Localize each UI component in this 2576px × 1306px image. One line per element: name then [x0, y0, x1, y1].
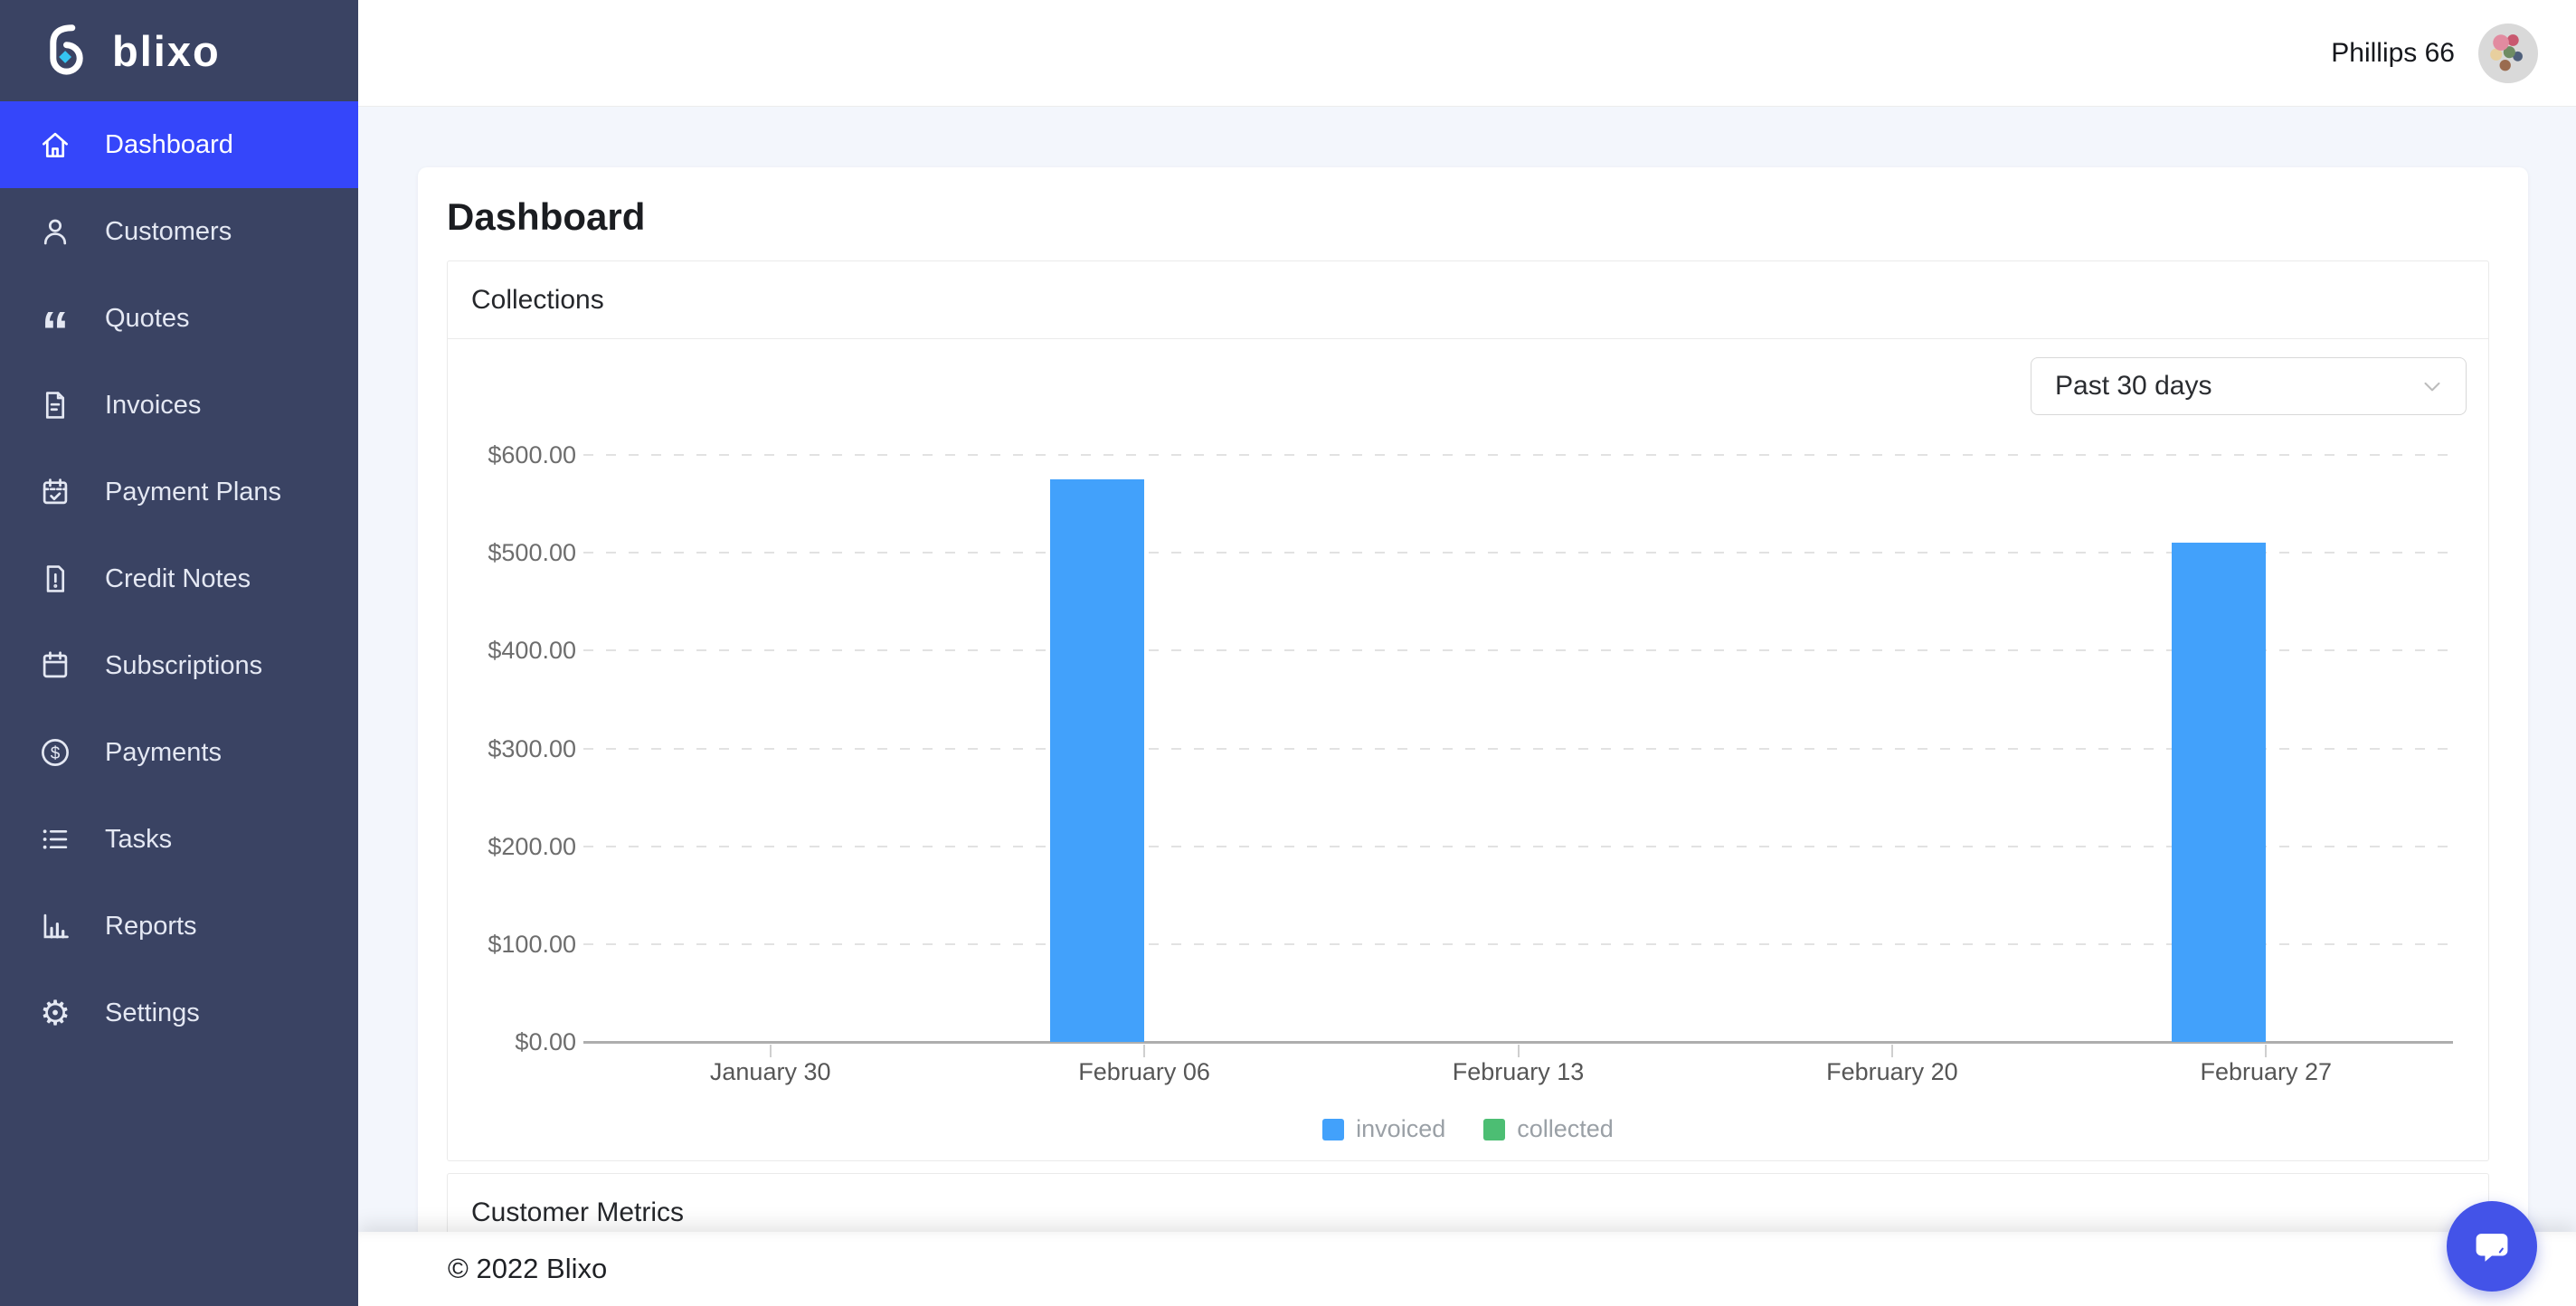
date-range-select[interactable]: Past 30 days: [2031, 357, 2467, 415]
sidebar-item-label: Subscriptions: [105, 651, 262, 681]
sidebar-item-label: Dashboard: [105, 130, 233, 160]
sidebar-item-subscriptions[interactable]: Subscriptions: [0, 622, 358, 709]
bar-invoiced-february-06[interactable]: [1050, 479, 1144, 1042]
sidebar-nav: Dashboard Customers “ Quotes Invoic: [0, 101, 358, 1056]
document-lines-icon: [38, 388, 72, 422]
avatar[interactable]: [2478, 24, 2538, 83]
footer: © 2022 Blixo: [358, 1232, 2576, 1306]
gear-icon: ⚙: [38, 996, 72, 1030]
sidebar-item-label: Customers: [105, 217, 232, 247]
legend-label-invoiced: invoiced: [1356, 1115, 1445, 1143]
copyright-text: © 2022 Blixo: [448, 1253, 607, 1285]
sidebar-item-reports[interactable]: Reports: [0, 883, 358, 970]
person-icon: [38, 214, 72, 249]
chat-launcher-button[interactable]: [2447, 1201, 2537, 1292]
svg-text:$: $: [51, 744, 61, 763]
sidebar-item-label: Payment Plans: [105, 478, 281, 507]
blixo-logo-icon: [38, 22, 89, 80]
brand-logo[interactable]: blixo: [0, 0, 358, 101]
sidebar-item-invoices[interactable]: Invoices: [0, 362, 358, 449]
home-icon: [38, 128, 72, 162]
sidebar-item-credit-notes[interactable]: Credit Notes: [0, 535, 358, 622]
calendar-check-icon: [38, 475, 72, 509]
date-range-value: Past 30 days: [2055, 371, 2211, 402]
sidebar-item-dashboard[interactable]: Dashboard: [0, 101, 358, 188]
sidebar-item-payments[interactable]: $ Payments: [0, 709, 358, 796]
list-icon: [38, 822, 72, 856]
sidebar-item-label: Reports: [105, 912, 197, 942]
bar-chart-icon: [38, 909, 72, 943]
chevron-down-icon: [2419, 373, 2446, 400]
top-header: Phillips 66: [358, 0, 2576, 107]
sidebar-item-label: Invoices: [105, 391, 201, 421]
app-root: blixo Dashboard Customers “ Quot: [0, 0, 2576, 1306]
collections-card-title: Collections: [448, 261, 2488, 339]
sidebar-item-customers[interactable]: Customers: [0, 188, 358, 275]
legend-swatch-collected: [1483, 1119, 1505, 1140]
legend-item-collected[interactable]: collected: [1483, 1115, 1614, 1143]
sidebar-item-label: Quotes: [105, 304, 190, 334]
sidebar: blixo Dashboard Customers “ Quot: [0, 0, 358, 1306]
legend-swatch-invoiced: [1322, 1119, 1344, 1140]
document-alert-icon: [38, 562, 72, 596]
sidebar-item-label: Credit Notes: [105, 564, 251, 594]
sidebar-item-quotes[interactable]: “ Quotes: [0, 275, 358, 362]
sidebar-item-label: Tasks: [105, 825, 172, 855]
sidebar-item-label: Payments: [105, 738, 222, 768]
bar-invoiced-february-27[interactable]: [2172, 543, 2266, 1042]
sidebar-item-label: Settings: [105, 998, 200, 1028]
sidebar-item-tasks[interactable]: Tasks: [0, 796, 358, 883]
chat-bubble-icon: [2466, 1220, 2518, 1273]
legend-label-collected: collected: [1517, 1115, 1614, 1143]
dollar-circle-icon: $: [38, 735, 72, 770]
user-name[interactable]: Phillips 66: [2331, 38, 2455, 69]
brand-name: blixo: [112, 26, 221, 76]
calendar-icon: [38, 648, 72, 683]
page-title: Dashboard: [447, 195, 645, 239]
quote-icon: “: [38, 301, 72, 336]
legend-item-invoiced[interactable]: invoiced: [1322, 1115, 1445, 1143]
sidebar-item-settings[interactable]: ⚙ Settings: [0, 970, 358, 1056]
sidebar-item-payment-plans[interactable]: Payment Plans: [0, 449, 358, 535]
